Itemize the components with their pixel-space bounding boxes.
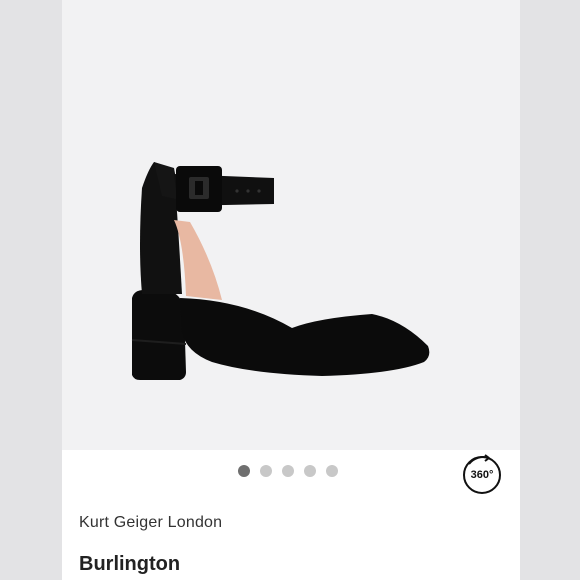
product-image-stage[interactable] [62, 0, 520, 450]
left-margin [0, 0, 62, 580]
gallery-dot-1[interactable] [238, 465, 250, 477]
product-card: 360° Kurt Geiger London Burlington [62, 0, 520, 580]
gallery-dot-3[interactable] [282, 465, 294, 477]
product-title: Burlington [79, 553, 181, 575]
view-360-button[interactable]: 360° [463, 454, 501, 494]
gallery-pagination [238, 465, 338, 477]
gallery-dot-4[interactable] [304, 465, 316, 477]
right-margin [520, 0, 580, 580]
shoe-product-image [131, 162, 430, 380]
brand-name: Kurt Geiger London [79, 514, 223, 531]
gallery-dot-2[interactable] [260, 465, 272, 477]
view-360-label: 360° [470, 469, 494, 481]
gallery-dot-5[interactable] [326, 465, 338, 477]
